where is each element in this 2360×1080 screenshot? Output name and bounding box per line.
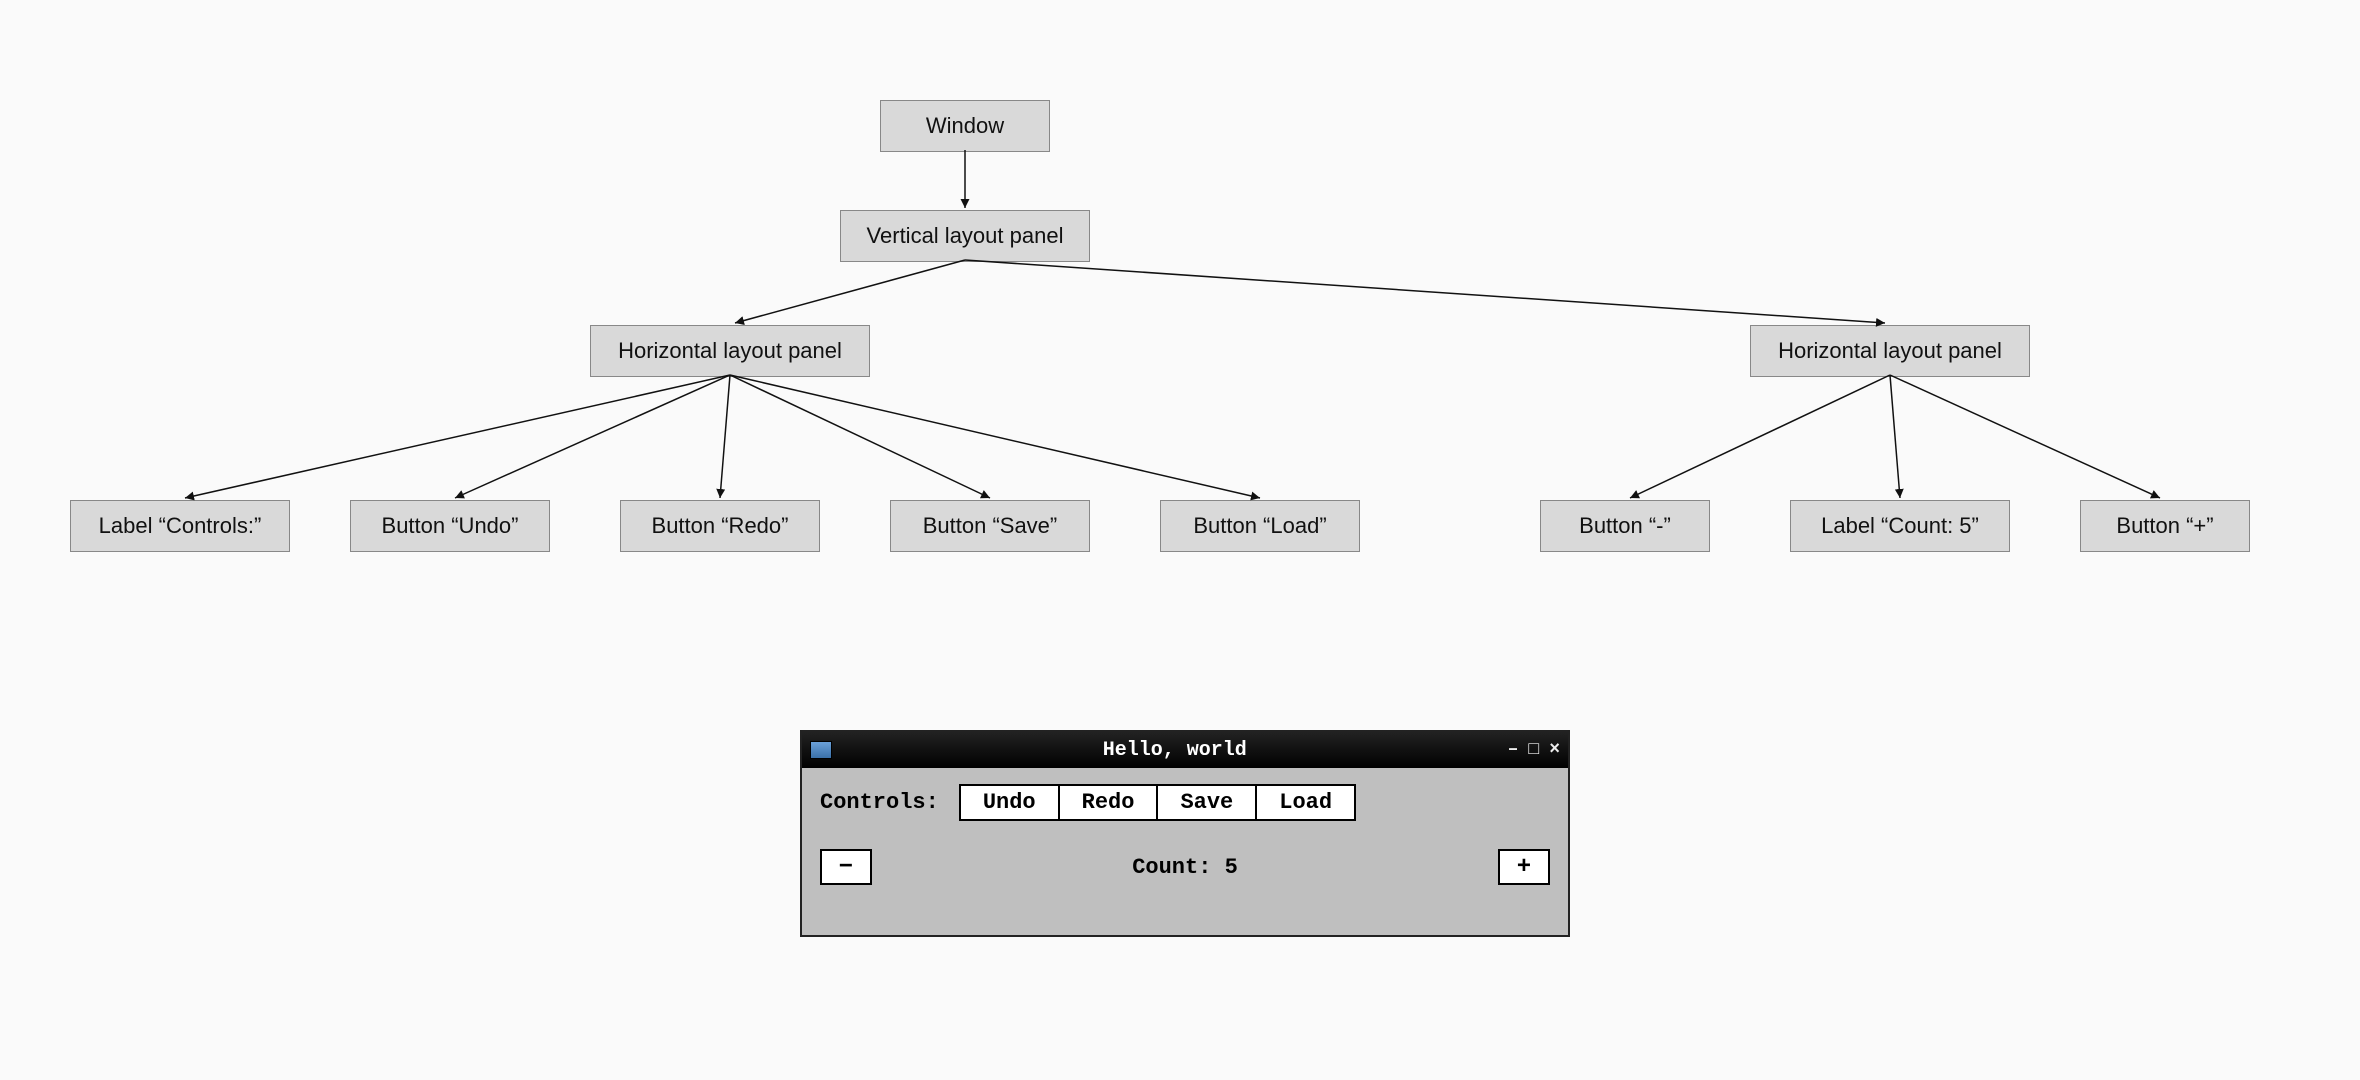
node-button-minus: Button “-”	[1540, 500, 1710, 552]
node-button-save: Button “Save”	[890, 500, 1090, 552]
count-row: − Count: 5 +	[820, 849, 1550, 885]
count-label: Count: 5	[1132, 855, 1238, 880]
controls-label: Controls:	[820, 790, 939, 815]
example-window: Hello, world – □ × Controls: Undo Redo S…	[800, 730, 1570, 937]
controls-row: Controls: Undo Redo Save Load	[820, 784, 1550, 821]
node-label-count: Label “Count: 5”	[1790, 500, 2010, 552]
close-icon[interactable]: ×	[1549, 740, 1560, 760]
maximize-icon[interactable]: □	[1528, 740, 1539, 760]
window-icon	[810, 741, 832, 759]
node-window: Window	[880, 100, 1050, 152]
node-button-redo: Button “Redo”	[620, 500, 820, 552]
redo-button[interactable]: Redo	[1060, 784, 1159, 821]
node-vertical-panel: Vertical layout panel	[840, 210, 1090, 262]
node-button-load: Button “Load”	[1160, 500, 1360, 552]
node-button-plus: Button “+”	[2080, 500, 2250, 552]
load-button[interactable]: Load	[1257, 784, 1356, 821]
minimize-icon[interactable]: –	[1508, 740, 1519, 760]
increment-button[interactable]: +	[1498, 849, 1550, 885]
titlebar[interactable]: Hello, world – □ ×	[802, 732, 1568, 768]
node-label-controls: Label “Controls:”	[70, 500, 290, 552]
undo-button[interactable]: Undo	[959, 784, 1060, 821]
node-horizontal-panel-2: Horizontal layout panel	[1750, 325, 2030, 377]
save-button[interactable]: Save	[1158, 784, 1257, 821]
decrement-button[interactable]: −	[820, 849, 872, 885]
window-title: Hello, world	[842, 739, 1508, 762]
node-button-undo: Button “Undo”	[350, 500, 550, 552]
node-horizontal-panel-1: Horizontal layout panel	[590, 325, 870, 377]
